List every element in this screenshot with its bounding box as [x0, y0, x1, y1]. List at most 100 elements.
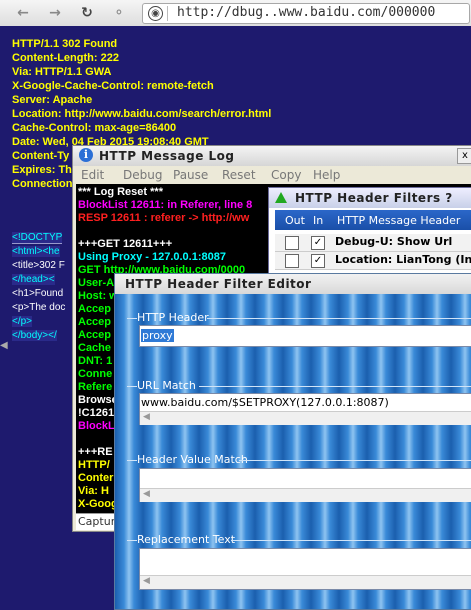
log-line: Browse: [78, 394, 118, 406]
log-line: Host: w: [78, 290, 118, 302]
menu-reset[interactable]: Reset: [222, 168, 256, 182]
filters-column-header: Out In HTTP Message Header: [275, 210, 471, 230]
url-text[interactable]: http://dbug..www.baidu.com/000000: [177, 5, 435, 20]
in-checkbox[interactable]: ✓: [311, 236, 325, 250]
log-line: Refere: [78, 381, 113, 393]
message-log-title: HTTP Message Log: [99, 149, 235, 163]
log-line: Accep: [78, 316, 112, 328]
column-out[interactable]: Out: [285, 214, 305, 227]
header-filters-window: HTTP Header Filters ? Out In HTTP Messag…: [268, 187, 471, 287]
log-line: X-Goog: [78, 498, 118, 510]
filter-editor-window: HTTP Header Filter Editor HTTP Header pr…: [114, 273, 471, 610]
log-line: BlockL: [78, 420, 115, 432]
address-bar[interactable]: ◉ http://dbug..www.baidu.com/000000: [142, 3, 470, 24]
source-line: <title>302 F: [12, 260, 65, 271]
header-line: Server: Apache: [12, 94, 93, 106]
header-value-match-field[interactable]: ◀: [139, 468, 471, 502]
log-line: HTTP/: [78, 459, 110, 471]
log-line: Cache: [78, 342, 112, 354]
header-line: HTTP/1.1 302 Found: [12, 38, 118, 50]
filter-name: Debug-U: Show Url: [335, 235, 453, 248]
filter-row[interactable]: ✓ Location: LianTong (In): [275, 252, 471, 270]
out-checkbox[interactable]: [285, 254, 299, 268]
message-log-titlebar[interactable]: i HTTP Message Log x: [73, 146, 471, 166]
group-border: [207, 318, 471, 319]
replacement-text-field[interactable]: ◀: [139, 548, 471, 590]
scroll-left-icon[interactable]: ◀: [143, 489, 150, 499]
url-match-label: URL Match: [137, 379, 196, 392]
group-border: [127, 540, 137, 541]
header-line: Expires: Th: [12, 164, 72, 176]
filter-name: Location: LianTong (In): [335, 253, 471, 266]
info-icon: i: [79, 148, 93, 162]
menu-copy[interactable]: Copy: [271, 168, 301, 182]
log-line: +++GET 12611+++: [78, 238, 173, 250]
source-line: <p>The doc: [12, 302, 66, 313]
filter-editor-titlebar[interactable]: HTTP Header Filter Editor: [115, 274, 471, 294]
column-header-name[interactable]: HTTP Message Header: [337, 214, 460, 227]
scroll-left-icon[interactable]: ◀: [143, 576, 150, 586]
log-line: +++RE: [78, 446, 113, 458]
header-line: Cache-Control: max-age=86400: [12, 122, 177, 134]
in-checkbox[interactable]: ✓: [311, 254, 325, 268]
key-icon[interactable]: ⚬—: [110, 4, 128, 39]
header-line: X-Google-Cache-Control: remote-fetch: [12, 80, 214, 92]
group-border: [127, 386, 137, 387]
log-line: !C1261: [78, 407, 115, 419]
source-line: </p>: [12, 316, 33, 327]
log-line: Using Proxy - 127.0.0.1:8087: [78, 251, 226, 263]
header-value-match-label: Header Value Match: [137, 453, 248, 466]
log-line: Via: H: [78, 485, 109, 497]
horizontal-scrollbar[interactable]: ◀: [140, 575, 471, 589]
header-filters-title: HTTP Header Filters ?: [295, 191, 453, 205]
log-line: RESP 12611 : referer -> http://ww: [78, 212, 250, 224]
http-header-field[interactable]: proxy: [139, 325, 471, 347]
group-border: [127, 318, 137, 319]
menu-debug[interactable]: Debug: [123, 168, 162, 182]
filter-row[interactable]: ✓ Debug-U: Show Url: [275, 234, 471, 252]
url-match-field[interactable]: www.baidu.com/$SETPROXY(127.0.0.1:8087) …: [139, 393, 471, 425]
menu-pause[interactable]: Pause: [173, 168, 208, 182]
header-filters-titlebar[interactable]: HTTP Header Filters ?: [269, 188, 471, 208]
header-line: Location: http://www.baidu.com/search/er…: [12, 108, 272, 120]
url-match-value: www.baidu.com/$SETPROXY(127.0.0.1:8087): [141, 396, 389, 409]
source-line: </head><: [12, 274, 55, 285]
log-line: Conter: [78, 472, 114, 484]
source-line: <!DOCTYP: [12, 232, 63, 243]
group-border: [239, 460, 471, 461]
triangle-icon: [275, 192, 287, 203]
log-line: DNT: 1: [78, 355, 113, 367]
header-line: Content-Ty: [12, 150, 70, 162]
capture-label: Captur: [78, 515, 116, 528]
reload-icon[interactable]: ↻: [78, 4, 96, 22]
log-line: BlockList 12611: in Referer, line 8: [78, 199, 253, 211]
source-line: <h1>Found: [12, 288, 64, 299]
menu-edit[interactable]: Edit: [81, 168, 104, 182]
group-border: [231, 540, 471, 541]
out-checkbox[interactable]: [285, 236, 299, 250]
header-line: Via: HTTP/1.1 GWA: [12, 66, 112, 78]
horizontal-scrollbar[interactable]: ◀: [140, 411, 471, 425]
scroll-left-icon[interactable]: ◀: [0, 340, 8, 351]
log-line: Conne: [78, 368, 113, 380]
forward-arrow-icon[interactable]: →: [46, 4, 64, 22]
close-button[interactable]: x: [457, 148, 471, 164]
group-border: [199, 386, 471, 387]
log-line: Accep: [78, 303, 112, 315]
horizontal-scrollbar[interactable]: ◀: [140, 488, 471, 502]
log-line: Accep: [78, 329, 112, 341]
back-arrow-icon[interactable]: ←: [14, 4, 32, 22]
scroll-left-icon[interactable]: ◀: [143, 412, 150, 422]
http-header-value: proxy: [141, 329, 174, 342]
column-in[interactable]: In: [313, 214, 323, 227]
menu-help[interactable]: Help: [313, 168, 340, 182]
http-header-label: HTTP Header: [137, 311, 209, 324]
message-log-menu: Edit Debug Pause Reset Copy Help: [73, 166, 471, 184]
log-line: *** Log Reset ***: [78, 186, 163, 198]
globe-icon: ◉: [148, 6, 163, 21]
filter-editor-title: HTTP Header Filter Editor: [125, 277, 312, 291]
group-border: [127, 460, 137, 461]
browser-toolbar: ← → ↻ ⚬— ◉ http://dbug..www.baidu.com/00…: [0, 0, 471, 39]
source-line: </body></: [12, 330, 57, 341]
header-line: Connection: [12, 178, 73, 190]
